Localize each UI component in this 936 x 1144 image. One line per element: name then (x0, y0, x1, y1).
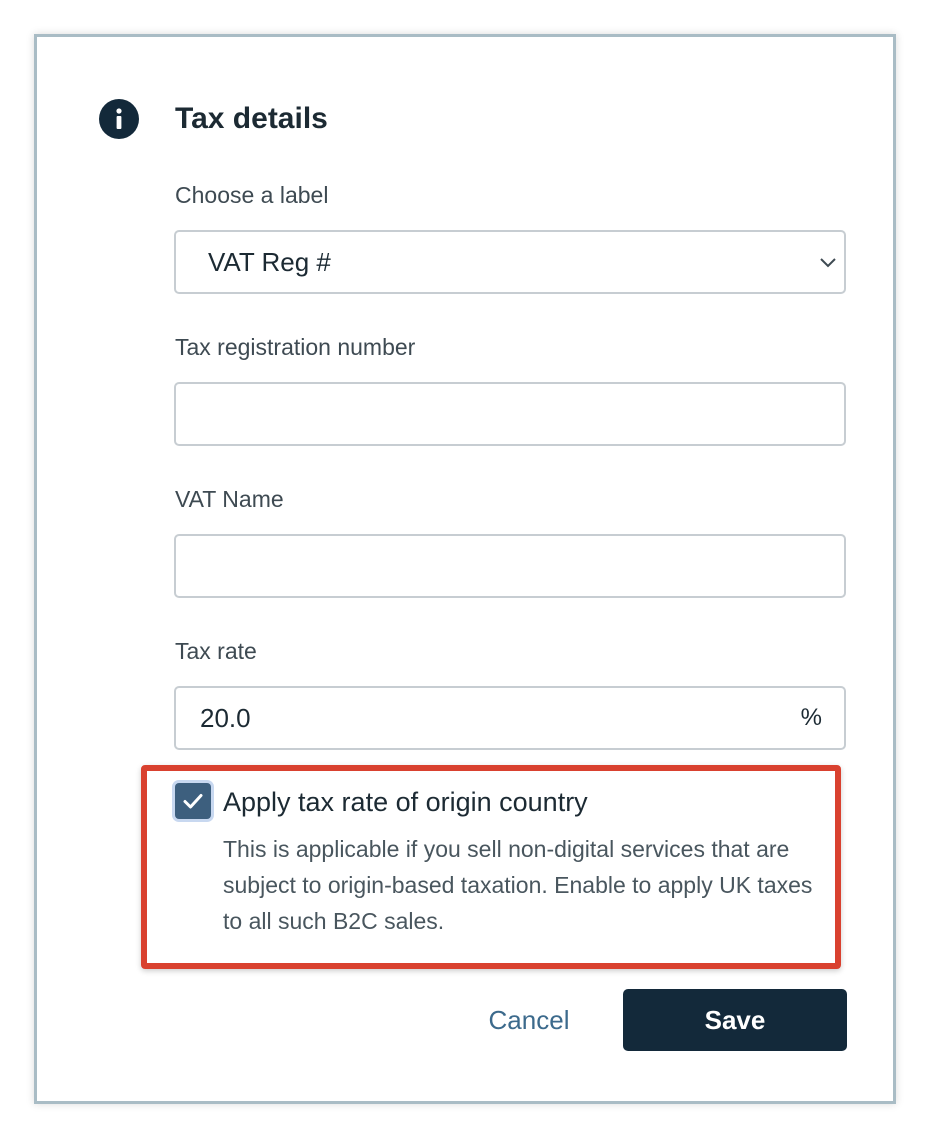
tax-details-dialog: Tax details Choose a label VAT Reg # Tax… (34, 34, 896, 1104)
origin-country-checkbox-label[interactable]: Apply tax rate of origin country (223, 784, 588, 820)
checkmark-icon (183, 794, 203, 809)
origin-country-help-text: This is applicable if you sell non-digit… (223, 836, 813, 934)
info-icon (99, 99, 139, 139)
percent-suffix: % (800, 704, 822, 731)
vat-name-label: VAT Name (175, 486, 284, 512)
tax-rate-value: 20.0 (200, 703, 251, 733)
registration-number-label: Tax registration number (175, 334, 416, 360)
tax-rate-label: Tax rate (175, 638, 257, 664)
label-select-label: Choose a label (175, 182, 329, 208)
tax-rate-input[interactable]: 20.0 % (174, 686, 846, 750)
save-button[interactable]: Save (623, 989, 847, 1051)
label-select[interactable]: VAT Reg # (174, 230, 846, 294)
vat-name-input[interactable] (174, 534, 846, 598)
label-select-value: VAT Reg # (208, 247, 331, 277)
cancel-button[interactable]: Cancel (467, 989, 591, 1051)
chevron-down-icon (818, 252, 838, 272)
dialog-title: Tax details (175, 102, 328, 135)
origin-country-checkbox[interactable] (175, 783, 211, 819)
registration-number-input[interactable] (174, 382, 846, 446)
